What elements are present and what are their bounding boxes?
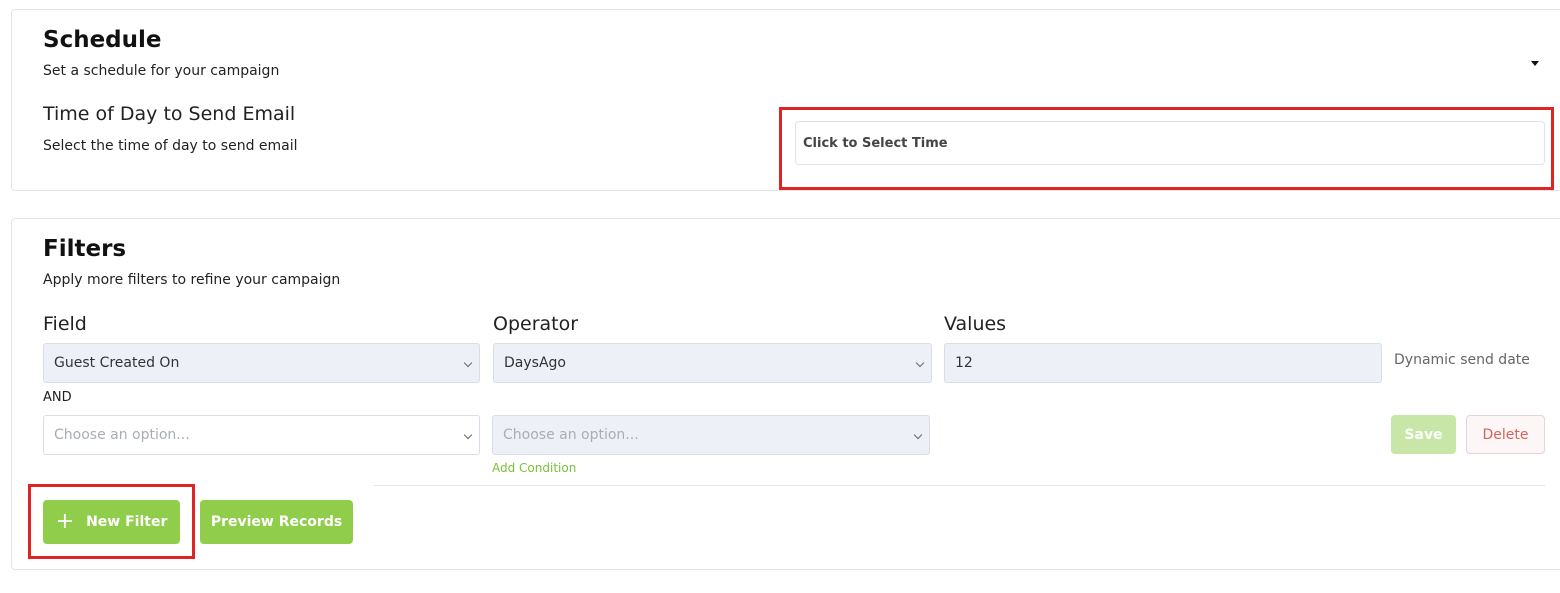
and-conjunction-label: AND	[43, 390, 72, 405]
delete-button[interactable]: Delete	[1466, 415, 1545, 454]
chevron-down-icon	[463, 430, 473, 440]
time-of-day-subtitle: Select the time of day to send email	[43, 138, 298, 154]
filters-subtitle: Apply more filters to refine your campai…	[43, 272, 341, 288]
schedule-subtitle: Set a schedule for your campaign	[43, 63, 280, 79]
new-filter-label: New Filter	[86, 514, 168, 530]
time-of-day-title: Time of Day to Send Email	[43, 103, 296, 125]
chevron-down-icon	[463, 358, 473, 368]
filters-card: Filters Apply more filters to refine you…	[11, 218, 1560, 570]
condition-field-placeholder: Choose an option...	[54, 427, 190, 443]
schedule-title: Schedule	[43, 27, 162, 53]
value-input[interactable]: 12	[944, 343, 1382, 383]
operator-column-label: Operator	[493, 313, 579, 335]
preview-records-button[interactable]: Preview Records	[200, 500, 353, 544]
condition-operator-select[interactable]: Choose an option...	[492, 415, 930, 455]
save-button[interactable]: Save	[1391, 415, 1456, 454]
condition-operator-placeholder: Choose an option...	[503, 427, 639, 443]
condition-field-select[interactable]: Choose an option...	[43, 415, 480, 455]
add-condition-link[interactable]: Add Condition	[492, 461, 576, 475]
filters-title: Filters	[43, 236, 127, 262]
divider	[373, 485, 1545, 486]
dynamic-send-date-label: Dynamic send date	[1394, 352, 1530, 368]
time-select-input[interactable]: Click to Select Time	[795, 121, 1545, 165]
values-column-label: Values	[944, 313, 1007, 335]
collapse-caret-icon[interactable]	[1531, 61, 1539, 66]
chevron-down-icon	[915, 358, 925, 368]
operator-select-value: DaysAgo	[504, 355, 566, 371]
operator-select[interactable]: DaysAgo	[493, 343, 932, 383]
chevron-down-icon	[913, 430, 923, 440]
new-filter-button[interactable]: + New Filter	[43, 500, 180, 544]
field-select-value: Guest Created On	[54, 355, 180, 371]
field-select[interactable]: Guest Created On	[43, 343, 480, 383]
schedule-card: Schedule Set a schedule for your campaig…	[11, 9, 1560, 191]
field-column-label: Field	[43, 313, 87, 335]
plus-icon: +	[55, 509, 75, 534]
